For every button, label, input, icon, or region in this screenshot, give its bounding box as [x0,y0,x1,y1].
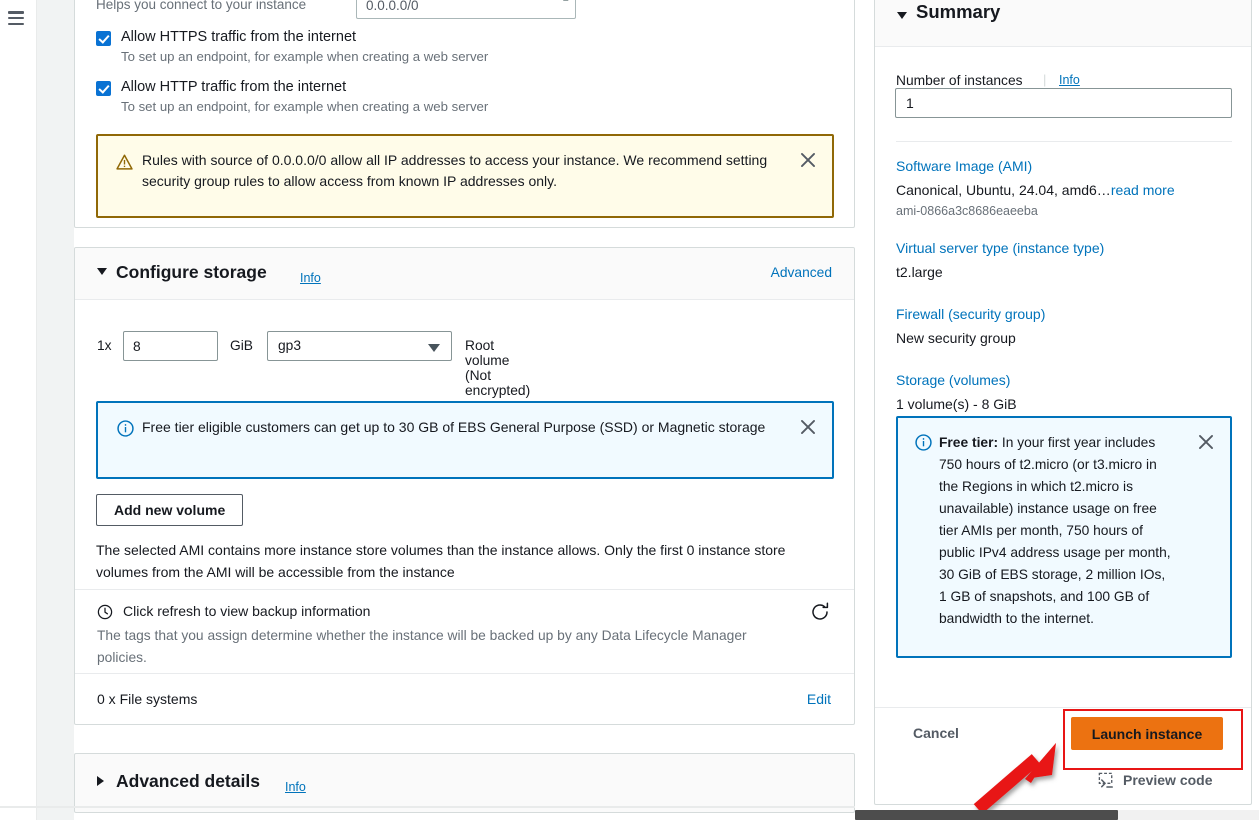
keypair-helper-text: Helps you connect to your instance [96,0,307,12]
storage-advanced-link[interactable]: Advanced [771,265,832,280]
allow-https-description: To set up an endpoint, for example when … [121,49,489,64]
advanced-details-info-link[interactable]: Info [285,780,306,794]
divider [896,141,1232,142]
close-icon[interactable] [797,149,819,171]
add-new-volume-button[interactable]: Add new volume [96,494,244,526]
number-of-instances-info-link[interactable]: Info [1059,73,1080,87]
summary-link-storage[interactable]: Storage (volumes) [896,372,1010,388]
number-of-instances-input[interactable] [895,88,1232,118]
divider [75,673,854,674]
cancel-button[interactable]: Cancel [913,725,959,741]
root-volume-note: Root volume (Not encrypted) [465,338,531,398]
summary-value-storage: 1 volume(s) - 8 GiB [896,396,1017,412]
close-icon[interactable] [797,416,819,438]
number-of-instances-label: Number of instances [896,73,1023,88]
summary-header[interactable]: Summary [875,0,1251,47]
terminal-icon [1097,772,1116,794]
info-circle-icon [117,420,134,442]
divider [75,589,854,590]
free-tier-storage-alert: Free tier eligible customers can get up … [96,401,834,479]
chevron-down-icon [428,344,440,352]
free-tier-body: In your first year includes 750 hours of… [939,435,1171,626]
cidr-warning-alert: Rules with source of 0.0.0.0/0 allow all… [96,134,834,218]
close-icon[interactable] [1195,431,1217,453]
instance-store-note: The selected AMI contains more instance … [96,542,786,580]
backup-description: The tags that you assign determine wheth… [97,628,747,665]
source-cidr-input[interactable] [356,0,576,19]
allow-http-description: To set up an endpoint, for example when … [121,99,489,114]
backup-title: Click refresh to view backup information [123,603,371,619]
main-content-column: Helps you connect to your instance ▴ All… [74,0,864,820]
volume-size-input[interactable] [123,331,218,361]
clock-icon [97,604,113,625]
free-tier-storage-text: Free tier eligible customers can get up … [142,419,766,435]
volume-type-value: gp3 [278,338,302,353]
ami-name-text: Canonical, Ubuntu, 24.04, amd6… [896,182,1111,198]
summary-value-instance-type: t2.large [896,264,943,280]
allow-http-label: Allow HTTP traffic from the internet [121,79,347,95]
sidebar-collapsed-strip [36,0,78,820]
horizontal-scrollbar[interactable] [855,810,1259,820]
volume-unit-label: GiB [230,338,253,353]
chevron-right-icon[interactable] [97,776,104,786]
cidr-warning-text: Rules with source of 0.0.0.0/0 allow all… [142,152,768,189]
hamburger-menu-icon[interactable] [8,11,24,26]
allow-http-checkbox[interactable] [96,81,111,96]
free-tier-bold-prefix: Free tier: [939,435,999,450]
free-tier-info-box: Free tier: In your first year includes 7… [896,416,1232,658]
file-systems-edit-link[interactable]: Edit [807,691,831,707]
summary-panel: Summary Number of instances | Info Softw… [874,0,1252,805]
warning-triangle-icon [116,154,133,171]
summary-link-firewall[interactable]: Firewall (security group) [896,306,1045,322]
advanced-details-title: Advanced details [116,771,260,791]
file-systems-label: 0 x File systems [97,691,198,707]
chevron-down-icon[interactable] [897,12,907,19]
source-dropdown-caret-icon: ▴ [563,0,569,4]
configure-storage-card: Configure storage Info Advanced 1x GiB g… [74,247,855,725]
launch-instance-button[interactable]: Launch instance [1071,717,1223,750]
configure-storage-title: Configure storage [116,262,267,282]
ec2-launch-instance-page: Helps you connect to your instance ▴ All… [0,0,1259,820]
preview-code-label: Preview code [1123,772,1213,788]
advanced-details-card[interactable]: Advanced details Info [74,753,855,813]
left-rail [0,0,36,820]
summary-link-instance-type[interactable]: Virtual server type (instance type) [896,240,1104,256]
network-settings-card: Helps you connect to your instance ▴ All… [74,0,855,228]
allow-https-label: Allow HTTPS traffic from the internet [121,29,357,45]
info-circle-icon [915,434,932,456]
summary-value-firewall: New security group [896,330,1016,346]
configure-storage-info-link[interactable]: Info [300,271,321,285]
chevron-down-icon[interactable] [97,268,107,275]
free-tier-text: Free tier: In your first year includes 7… [939,432,1171,630]
volume-type-select[interactable]: gp3 [267,331,452,361]
read-more-link[interactable]: read more [1111,182,1175,198]
configure-storage-header[interactable]: Configure storage Info Advanced [75,248,854,300]
summary-title: Summary [916,1,1001,22]
label-separator: | [1043,72,1047,87]
preview-code-button[interactable]: Preview code [1097,771,1213,795]
summary-link-software-image[interactable]: Software Image (AMI) [896,158,1032,174]
divider [875,707,1251,708]
scrollbar-thumb[interactable] [855,810,1118,820]
volume-count-label: 1x [97,338,112,353]
summary-sub-ami-id: ami-0866a3c8686eaeeba [896,204,1038,218]
summary-value-software-image: Canonical, Ubuntu, 24.04, amd6…read more [896,182,1175,198]
allow-https-checkbox[interactable] [96,31,111,46]
page-bottom-edge [0,806,855,808]
refresh-icon[interactable] [809,601,831,628]
